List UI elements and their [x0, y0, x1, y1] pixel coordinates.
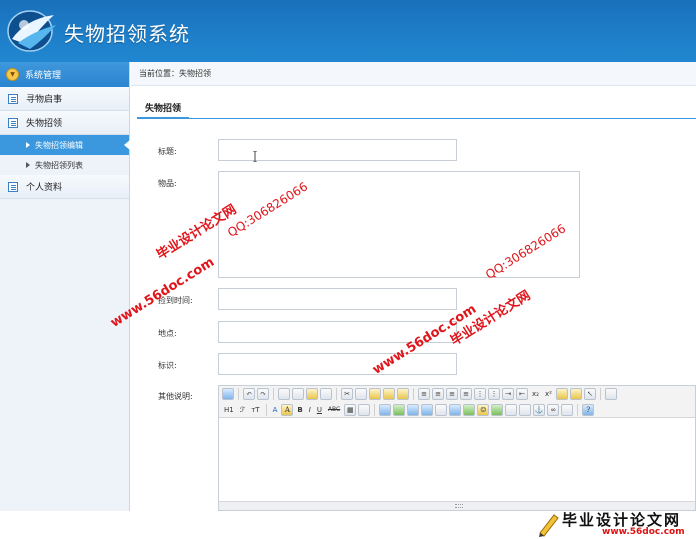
- sidebar-item-label: 寻物启事: [26, 95, 63, 105]
- align-right-icon[interactable]: ≡: [446, 388, 458, 400]
- breadcrumb-prefix: 当前位置：: [139, 69, 179, 78]
- sidebar-subitem-edit[interactable]: 失物招领编辑: [0, 135, 130, 155]
- subscript-icon[interactable]: x₂: [530, 388, 541, 400]
- emoticon-icon[interactable]: ☺: [477, 403, 490, 416]
- list-icon: [8, 181, 18, 192]
- sidebar-header-label: 系统管理: [25, 71, 62, 81]
- sidebar-header[interactable]: ▼ 系统管理: [0, 62, 129, 87]
- template-icon[interactable]: [306, 388, 318, 400]
- pencil-logo-icon: [539, 514, 559, 537]
- copy-icon[interactable]: [355, 388, 367, 400]
- sidebar-item-label: 失物招领: [26, 119, 63, 129]
- app-title: 失物招领系统: [64, 22, 190, 46]
- redo-icon[interactable]: ↷: [257, 388, 269, 400]
- font-size-dropdown[interactable]: тT: [249, 404, 261, 416]
- superscript-icon[interactable]: x²: [543, 388, 554, 400]
- resize-grip-icon[interactable]: [455, 504, 463, 508]
- sidebar-subitem-list[interactable]: 失物招领列表: [0, 155, 129, 175]
- code-icon[interactable]: [320, 388, 332, 400]
- align-left-icon[interactable]: ≡: [418, 388, 430, 400]
- app-logo-icon: [7, 10, 56, 52]
- underline-button[interactable]: U: [315, 404, 324, 416]
- eraser-icon[interactable]: [358, 403, 371, 416]
- highlight-button[interactable]: A: [281, 403, 294, 416]
- link-icon[interactable]: ∞: [547, 403, 560, 416]
- brand-stamp: 毕业设计论文网 www.56doc.com: [534, 509, 696, 539]
- pointer-icon[interactable]: ↖: [583, 388, 596, 400]
- title-label: 标题:: [158, 147, 177, 156]
- editor-toolbar-row-1: ↶ ↷ ✂ ≡ ≡ ≡ ≡ ⋮ ⋮ ⇥ ⇤ x₂ x² ↖: [219, 386, 695, 402]
- rich-text-editor[interactable]: ↶ ↷ ✂ ≡ ≡ ≡ ≡ ⋮ ⋮ ⇥ ⇤ x₂ x² ↖ H1 ℱ тT A …: [218, 385, 696, 511]
- list-icon: [8, 117, 18, 128]
- text-cursor-icon: [253, 151, 257, 162]
- font-color-button[interactable]: A: [271, 404, 280, 416]
- code-block-icon[interactable]: [505, 403, 518, 416]
- outdent-icon[interactable]: ⇤: [516, 388, 528, 400]
- tab-bar: 失物招领: [137, 95, 696, 119]
- mark-input[interactable]: [218, 353, 457, 375]
- page-break-icon[interactable]: [519, 403, 532, 416]
- paste-word-icon[interactable]: [397, 388, 409, 400]
- bold-button[interactable]: B: [295, 404, 304, 416]
- preview-icon[interactable]: [278, 388, 290, 400]
- mark-label: 标识:: [158, 361, 177, 370]
- media-icon[interactable]: [421, 403, 434, 416]
- map-icon[interactable]: [491, 403, 504, 416]
- tab-found[interactable]: 失物招领: [137, 95, 190, 119]
- table-icon[interactable]: ▦: [344, 403, 357, 416]
- paste-text-icon[interactable]: [383, 388, 395, 400]
- breadcrumb-current[interactable]: 失物招领: [179, 68, 211, 79]
- strikethrough-button[interactable]: ABC: [326, 404, 342, 416]
- caret-right-icon: [26, 142, 30, 148]
- clear-format-icon[interactable]: [555, 388, 568, 400]
- app-header: 失物招领系统: [0, 0, 696, 62]
- time-input[interactable]: [218, 288, 457, 310]
- anchor-icon[interactable]: ⚓: [533, 403, 546, 416]
- item-textarea[interactable]: [218, 171, 580, 278]
- sidebar-item-found[interactable]: 失物招领: [0, 111, 129, 135]
- insert-table-icon[interactable]: [449, 403, 462, 416]
- source-icon[interactable]: [222, 388, 234, 400]
- unordered-list-icon[interactable]: ⋮: [488, 388, 500, 400]
- horizontal-rule-icon[interactable]: [463, 403, 476, 416]
- item-label: 物品:: [158, 179, 177, 188]
- flash-icon[interactable]: [407, 403, 420, 416]
- italic-button[interactable]: I: [307, 404, 313, 416]
- select-all-icon[interactable]: [569, 388, 582, 400]
- other-label: 其他说明:: [158, 392, 193, 401]
- chevron-down-icon: ▼: [6, 68, 19, 81]
- list-icon: [8, 93, 18, 104]
- sidebar-item-lost-notice[interactable]: 寻物启事: [0, 87, 129, 111]
- ordered-list-icon[interactable]: ⋮: [474, 388, 486, 400]
- fullscreen-icon[interactable]: [604, 388, 617, 400]
- breadcrumb: 当前位置： 失物招领: [131, 62, 696, 86]
- sidebar: ▼ 系统管理 寻物启事 失物招领 失物招领编辑 失物招领列表 个人资料: [0, 62, 130, 511]
- sidebar-subitem-label: 失物招领列表: [35, 160, 83, 170]
- print-icon[interactable]: [292, 388, 304, 400]
- place-label: 地点:: [158, 329, 177, 338]
- sidebar-item-label: 个人资料: [26, 183, 63, 193]
- indent-icon[interactable]: ⇥: [502, 388, 514, 400]
- sidebar-subitem-label: 失物招领编辑: [35, 140, 83, 150]
- editor-toolbar-row-2: H1 ℱ тT A A B I U ABC ▦ ☺ ⚓ ∞ ?: [219, 402, 695, 418]
- heading-dropdown[interactable]: H1: [222, 404, 236, 416]
- undo-icon[interactable]: ↶: [243, 388, 255, 400]
- unlink-icon[interactable]: [561, 403, 574, 416]
- font-family-dropdown[interactable]: ℱ: [238, 404, 248, 416]
- multi-image-icon[interactable]: [393, 403, 406, 416]
- align-center-icon[interactable]: ≡: [432, 388, 444, 400]
- image-icon[interactable]: [379, 403, 392, 416]
- help-icon[interactable]: ?: [582, 403, 595, 416]
- caret-right-icon: [26, 162, 30, 168]
- cut-icon[interactable]: ✂: [341, 388, 353, 400]
- sidebar-item-profile[interactable]: 个人资料: [0, 175, 129, 199]
- align-justify-icon[interactable]: ≡: [460, 388, 472, 400]
- file-icon[interactable]: [435, 403, 448, 416]
- paste-icon[interactable]: [369, 388, 381, 400]
- brand-url: www.56doc.com: [602, 527, 685, 537]
